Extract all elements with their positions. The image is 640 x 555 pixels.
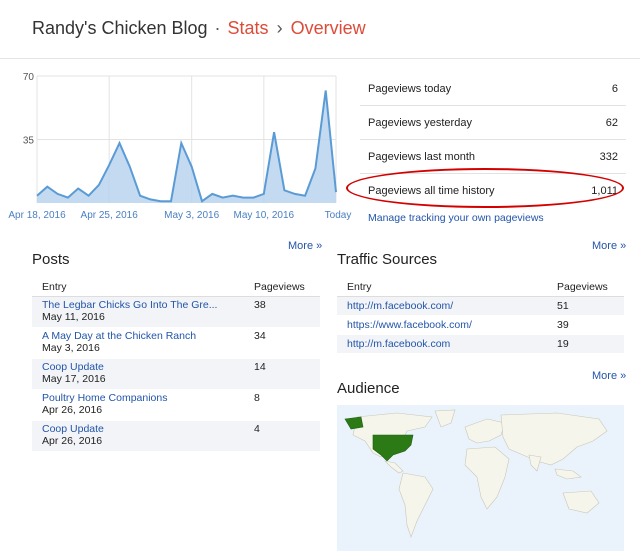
post-link[interactable]: Coop Update [42, 423, 230, 435]
table-row: http://m.facebook.com 19 [337, 334, 624, 354]
stat-label: Pageviews all time history [368, 185, 495, 197]
stat-value: 1,011 [591, 185, 618, 197]
post-link[interactable]: Coop Update [42, 361, 230, 373]
chart-x-tick-label: Apr 18, 2016 [8, 210, 66, 221]
breadcrumb-stats[interactable]: Stats [228, 18, 269, 38]
audience-more-link[interactable]: More » [592, 370, 626, 382]
stat-value: 6 [611, 83, 618, 95]
stat-value: 332 [599, 151, 618, 163]
table-row: Coop Update May 17, 2016 14 [32, 358, 320, 390]
chart-area-fill [37, 90, 336, 203]
stat-label: Pageviews today [368, 83, 452, 95]
blog-title[interactable]: Randy's Chicken Blog [32, 18, 208, 38]
table-row: A May Day at the Chicken Ranch May 3, 201… [32, 327, 320, 359]
chevron-right-icon: › [276, 18, 283, 38]
post-link[interactable]: The Legbar Chicks Go Into The Gre... [42, 299, 230, 311]
stat-row-today: Pageviews today 6 [360, 72, 626, 106]
table-row: https://www.facebook.com/ 39 [337, 315, 624, 335]
traffic-sources-title: Traffic Sources [337, 251, 438, 268]
column-header-entry: Entry [337, 277, 547, 297]
post-date: May 3, 2016 [42, 342, 100, 354]
post-views: 38 [244, 296, 320, 328]
stat-value: 62 [605, 117, 618, 129]
stat-row-last-month: Pageviews last month 332 [360, 140, 626, 174]
posts-title: Posts [32, 251, 70, 268]
chart-x-tick-label: Today [325, 210, 352, 221]
breadcrumb-separator: · [214, 18, 221, 38]
traffic-views: 39 [547, 315, 624, 335]
column-header-pageviews: Pageviews [547, 277, 624, 297]
traffic-sources-table: Entry Pageviews http://m.facebook.com/ 5… [337, 277, 624, 354]
table-header: Entry Pageviews [337, 277, 624, 297]
post-date: Apr 26, 2016 [42, 435, 103, 447]
posts-table: Entry Pageviews The Legbar Chicks Go Int… [32, 277, 320, 452]
breadcrumb: Randy's Chicken Blog · Stats › Overview [32, 18, 366, 39]
post-views: 34 [244, 327, 320, 359]
post-date: Apr 26, 2016 [42, 404, 103, 416]
post-views: 14 [244, 358, 320, 390]
audience-world-map[interactable] [337, 405, 624, 551]
chart-y-tick-label: 35 [23, 136, 35, 147]
table-row: http://m.facebook.com/ 51 [337, 296, 624, 316]
stat-row-all-time: Pageviews all time history 1,011 [360, 174, 626, 207]
column-header-entry: Entry [32, 277, 244, 297]
traffic-source-link[interactable]: https://www.facebook.com/ [347, 319, 547, 331]
table-row: The Legbar Chicks Go Into The Gre... May … [32, 296, 320, 328]
traffic-source-link[interactable]: http://m.facebook.com/ [347, 300, 547, 312]
traffic-more-link[interactable]: More » [592, 240, 626, 252]
traffic-views: 19 [547, 334, 624, 354]
stat-row-yesterday: Pageviews yesterday 62 [360, 106, 626, 140]
stat-label: Pageviews last month [368, 151, 475, 163]
audience-title: Audience [337, 380, 400, 397]
post-views: 8 [244, 389, 320, 421]
chart-x-tick-label: Apr 25, 2016 [81, 210, 139, 221]
post-date: May 17, 2016 [42, 373, 106, 385]
post-link[interactable]: Poultry Home Companions [42, 392, 230, 404]
traffic-views: 51 [547, 296, 624, 316]
post-date: May 11, 2016 [42, 311, 105, 323]
post-views: 4 [244, 420, 320, 452]
stat-label: Pageviews yesterday [368, 117, 472, 129]
posts-more-link[interactable]: More » [288, 240, 322, 252]
table-header: Entry Pageviews [32, 277, 320, 297]
chart-x-tick-label: May 3, 2016 [164, 210, 219, 221]
manage-tracking-link[interactable]: Manage tracking your own pageviews [368, 212, 544, 224]
pageviews-chart: 35 70 Apr 18, 2016 Apr 25, 2016 May 3, 2016 M… [8, 72, 352, 221]
table-row: Coop Update Apr 26, 2016 4 [32, 420, 320, 452]
page-header: Randy's Chicken Blog · Stats › Overview [0, 0, 640, 59]
breadcrumb-overview: Overview [290, 18, 366, 38]
table-row: Poultry Home Companions Apr 26, 2016 8 [32, 389, 320, 421]
post-link[interactable]: A May Day at the Chicken Ranch [42, 330, 230, 342]
chart-y-tick-label: 70 [23, 72, 35, 83]
column-header-pageviews: Pageviews [244, 277, 320, 297]
pageview-stats: Pageviews today 6 Pageviews yesterday 62… [360, 72, 626, 207]
traffic-source-link[interactable]: http://m.facebook.com [347, 338, 547, 350]
chart-x-tick-label: May 10, 2016 [234, 210, 295, 221]
